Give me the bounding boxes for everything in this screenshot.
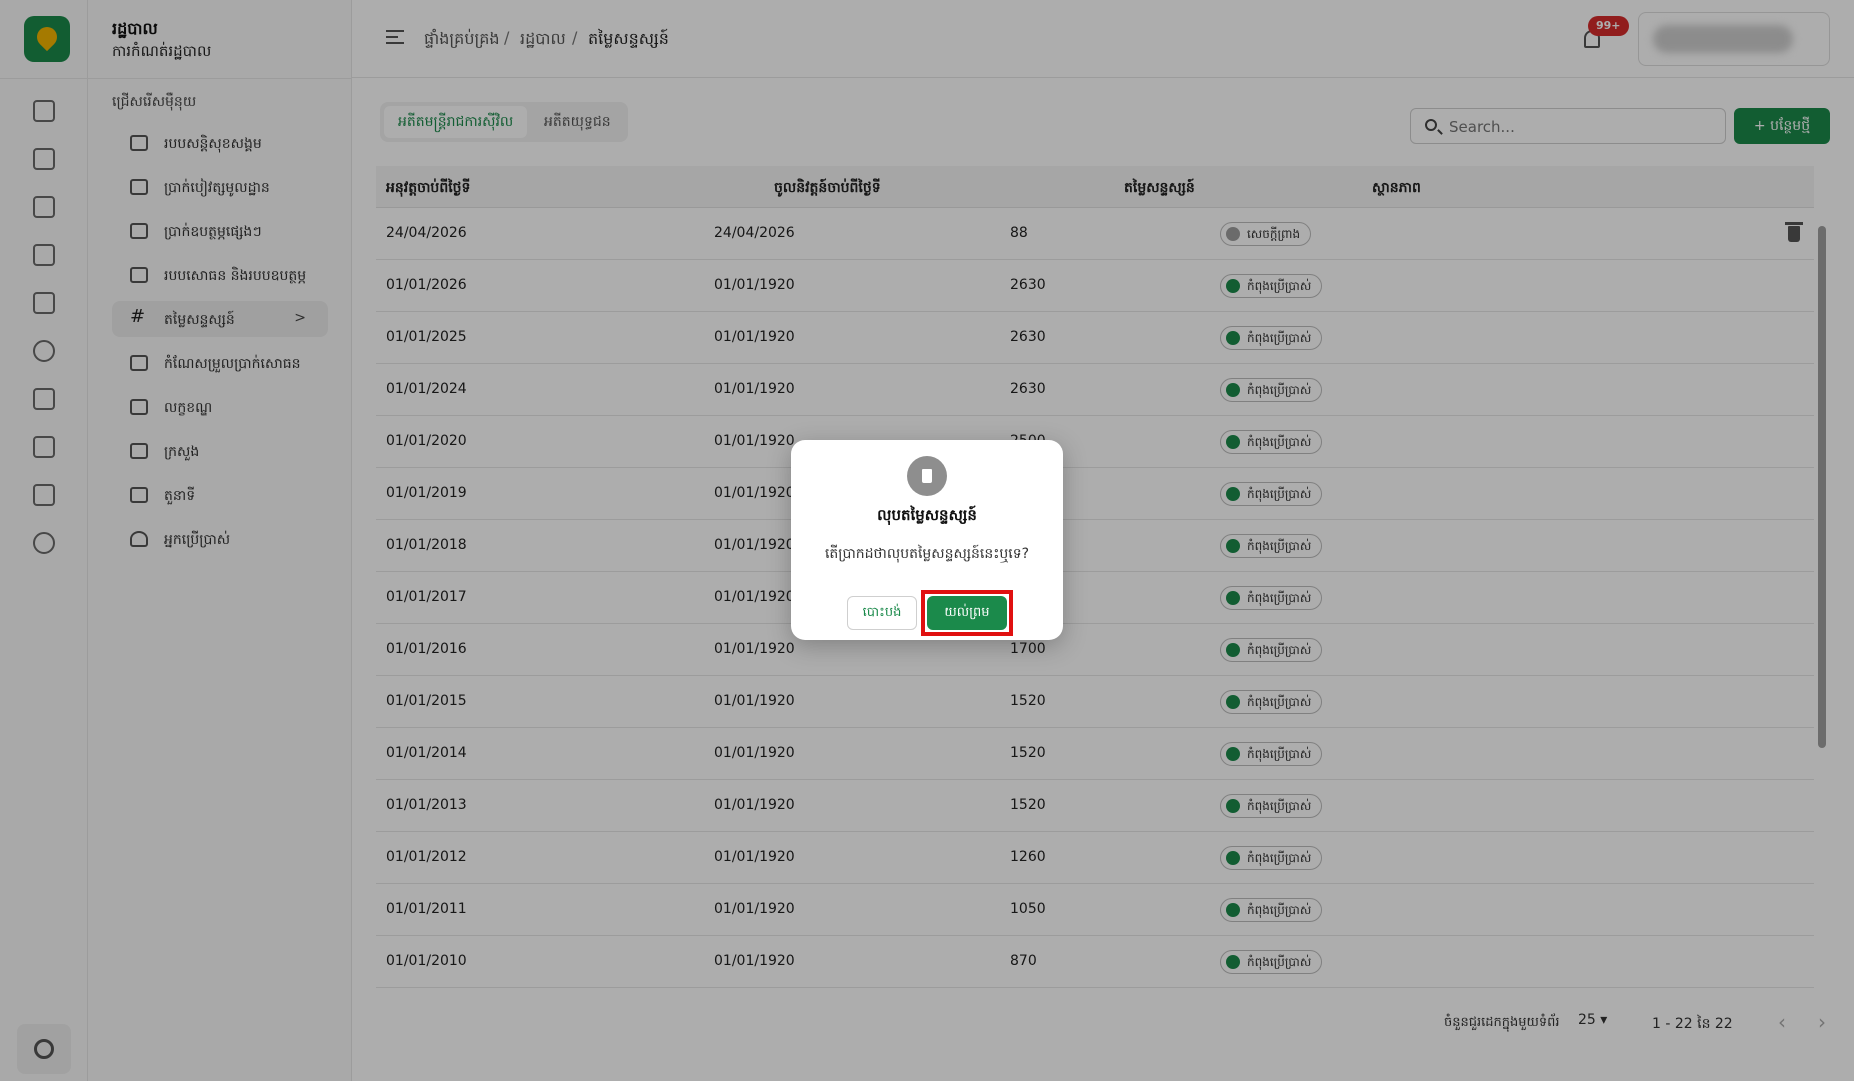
dialog-title: លុបតម្លៃសន្ទស្សន៍ (877, 506, 977, 524)
delete-dialog: លុបតម្លៃសន្ទស្សន៍ តើប្រាកដថាលុបតម្លៃសន្ទ… (791, 440, 1063, 640)
trash-icon (907, 456, 947, 496)
dialog-message: តើប្រាកដថាលុបតម្លៃសន្ទស្សន៍នេះឬទេ? (824, 546, 1030, 562)
confirm-button[interactable]: យល់ព្រម (927, 596, 1007, 630)
highlight-box: យល់ព្រម (921, 590, 1013, 636)
cancel-button[interactable]: បោះបង់ (847, 596, 917, 630)
